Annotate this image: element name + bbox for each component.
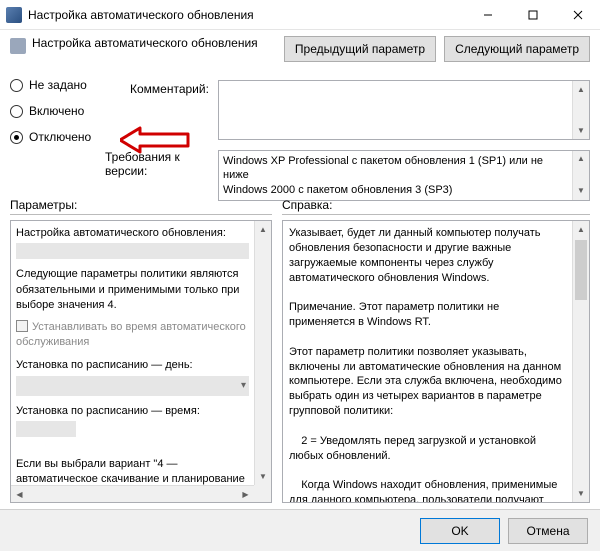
help-panel: Указывает, будет ли данный компьютер пол… — [282, 220, 590, 503]
supported-on-label: Требования к версии: — [105, 150, 210, 178]
radio-label: Не задано — [29, 78, 87, 92]
scrollbar-vertical[interactable]: ▲ ▼ — [572, 151, 589, 200]
comment-textarea[interactable]: ▲ ▼ — [218, 80, 590, 140]
scrollbar-horizontal[interactable]: ◀ ▶ — [11, 485, 254, 502]
window-title: Настройка автоматического обновления — [28, 8, 465, 22]
help-section-label: Справка: — [282, 198, 590, 215]
radio-not-configured[interactable]: Не задано — [10, 78, 91, 92]
scrollbar-vertical[interactable]: ▲ ▼ — [572, 221, 589, 502]
scroll-down-icon[interactable]: ▼ — [573, 485, 589, 502]
minimize-button[interactable] — [465, 0, 510, 30]
maximize-button[interactable] — [510, 0, 555, 30]
radio-icon — [10, 79, 23, 92]
policy-title: Настройка автоматического обновления — [32, 36, 278, 50]
cancel-button[interactable]: Отмена — [508, 518, 588, 544]
params-heading: Настройка автоматического обновления: — [16, 226, 249, 241]
radio-enabled[interactable]: Включено — [10, 104, 91, 118]
scroll-right-icon[interactable]: ▶ — [237, 486, 254, 503]
schedule-day-label: Установка по расписанию — день: — [16, 358, 249, 373]
supported-on-line: Windows 2000 с пакетом обновления 3 (SP3… — [223, 183, 569, 197]
config-dropdown[interactable] — [16, 243, 249, 259]
help-paragraph: Этот параметр политики позволяет указыва… — [289, 345, 567, 419]
comment-label: Комментарий: — [130, 80, 210, 96]
schedule-time-label: Установка по расписанию — время: — [16, 404, 249, 419]
chevron-down-icon: ▾ — [241, 379, 246, 393]
params-section-label: Параметры: — [10, 198, 272, 215]
scrollbar-vertical[interactable]: ▲ ▼ — [572, 81, 589, 139]
scroll-up-icon[interactable]: ▲ — [573, 81, 589, 98]
supported-on-line: Windows XP Professional с пакетом обновл… — [223, 154, 569, 183]
help-paragraph: 2 = Уведомлять перед загрузкой и установ… — [289, 434, 567, 464]
close-button[interactable] — [555, 0, 600, 30]
help-paragraph: Указывает, будет ли данный компьютер пол… — [289, 226, 567, 285]
scroll-down-icon[interactable]: ▼ — [573, 122, 589, 139]
subheader: Настройка автоматического обновления Пре… — [0, 30, 600, 72]
install-maintenance-checkbox[interactable]: Устанавливать во время автоматического о… — [16, 320, 249, 351]
radio-icon — [10, 131, 23, 144]
titlebar: Настройка автоматического обновления — [0, 0, 600, 30]
help-paragraph: Примечание. Этот параметр политики не пр… — [289, 300, 567, 330]
radio-icon — [10, 105, 23, 118]
help-text: Указывает, будет ли данный компьютер пол… — [289, 226, 567, 497]
scroll-up-icon[interactable]: ▲ — [573, 221, 589, 238]
help-paragraph: Когда Windows находит обновления, примен… — [289, 478, 567, 503]
radio-label: Отключено — [29, 130, 91, 144]
app-icon — [6, 7, 22, 23]
prev-setting-button[interactable]: Предыдущий параметр — [284, 36, 436, 62]
scroll-left-icon[interactable]: ◀ — [11, 486, 28, 503]
schedule-time-dropdown[interactable] — [16, 421, 76, 437]
scroll-up-icon[interactable]: ▲ — [255, 221, 271, 238]
radio-label: Включено — [29, 104, 84, 118]
supported-on-box: Windows XP Professional с пакетом обновл… — [218, 150, 590, 201]
checkbox-label: Устанавливать во время автоматического о… — [16, 321, 246, 348]
scroll-corner — [254, 485, 271, 502]
params-panel: Настройка автоматического обновления: Сл… — [10, 220, 272, 503]
state-radio-group: Не задано Включено Отключено — [10, 78, 91, 144]
scroll-down-icon[interactable]: ▼ — [255, 468, 271, 485]
ok-button[interactable]: OK — [420, 518, 500, 544]
scrollbar-vertical[interactable]: ▲ ▼ — [254, 221, 271, 485]
checkbox-icon — [16, 320, 28, 332]
scroll-thumb[interactable] — [575, 240, 587, 300]
dialog-footer: OK Отмена — [0, 509, 600, 551]
policy-icon — [10, 38, 26, 54]
scroll-up-icon[interactable]: ▲ — [573, 151, 589, 168]
schedule-day-dropdown[interactable]: ▾ — [16, 376, 249, 396]
next-setting-button[interactable]: Следующий параметр — [444, 36, 590, 62]
params-note: Следующие параметры политики являются об… — [16, 267, 249, 313]
radio-disabled[interactable]: Отключено — [10, 130, 91, 144]
